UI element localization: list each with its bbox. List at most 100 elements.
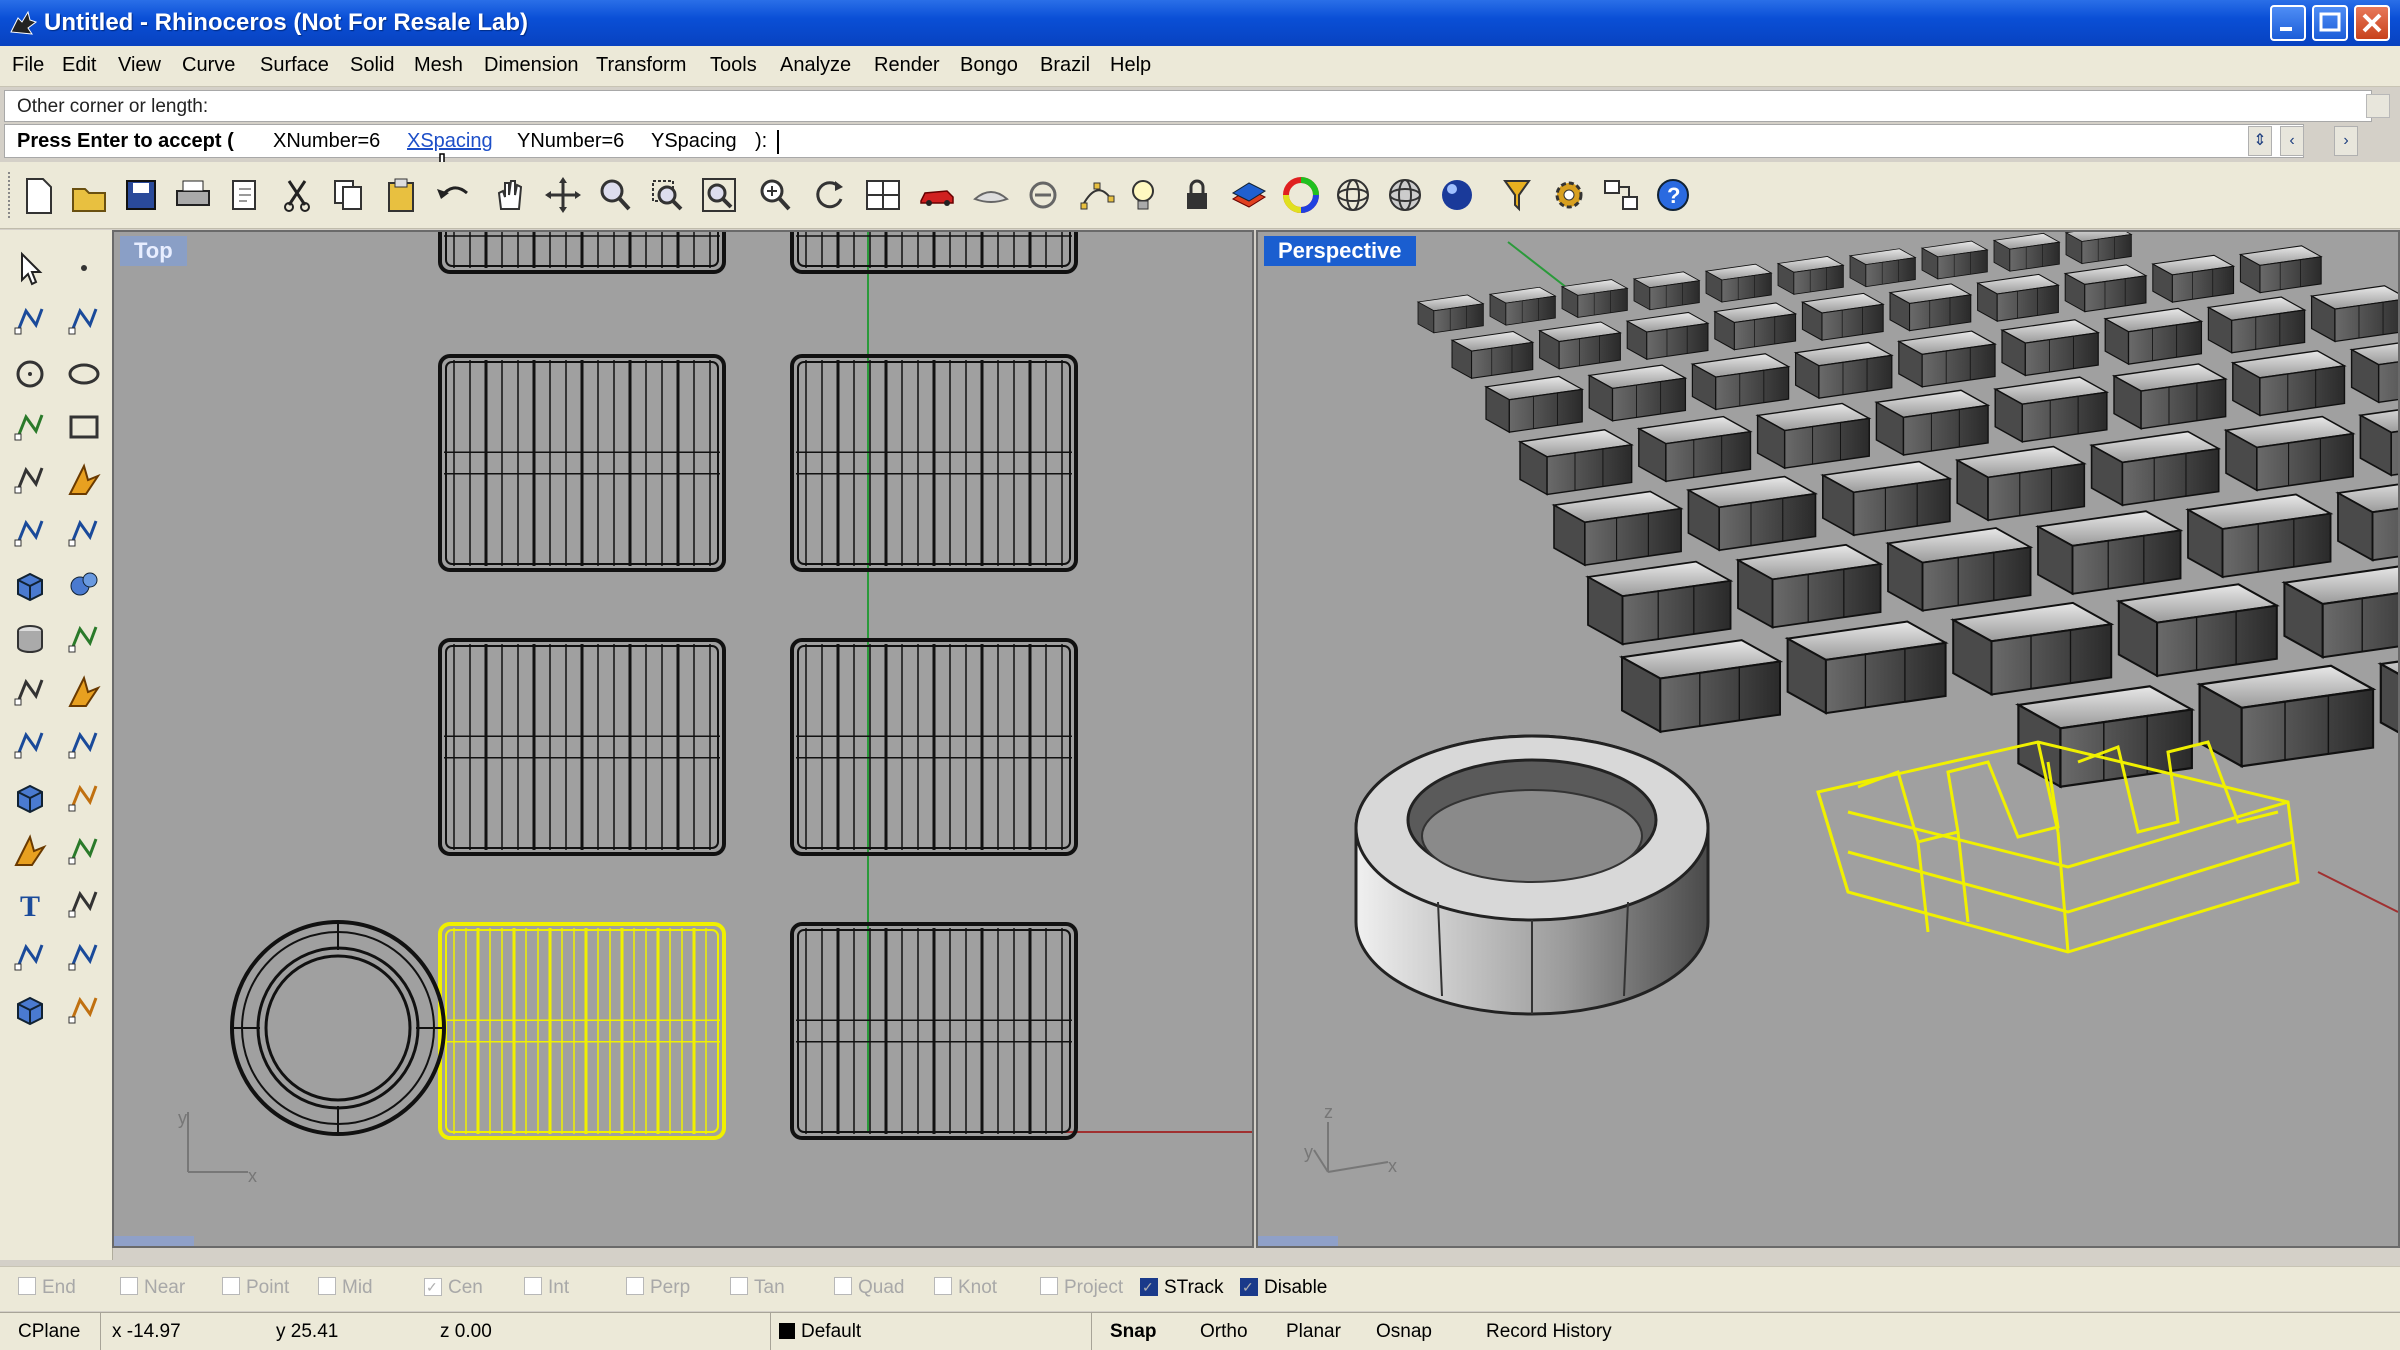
- select-filter-button[interactable]: [1494, 172, 1540, 218]
- menu-transform[interactable]: Transform: [596, 54, 686, 77]
- split-tool-button[interactable]: [60, 721, 108, 769]
- zoom-selected-button[interactable]: [752, 172, 798, 218]
- ellipse-tool-button[interactable]: [60, 350, 108, 398]
- zoom-window-button[interactable]: [644, 172, 690, 218]
- trim-tool-button[interactable]: [6, 721, 54, 769]
- transform-tool-button[interactable]: [6, 933, 54, 981]
- select-arrow-tool-button[interactable]: [6, 244, 54, 292]
- osnap-project[interactable]: Project: [1040, 1277, 1123, 1299]
- menu-surface[interactable]: Surface: [260, 54, 329, 77]
- pan-button[interactable]: [486, 172, 532, 218]
- osnap-point[interactable]: Point: [222, 1277, 289, 1299]
- minimize-button[interactable]: [2270, 5, 2306, 41]
- option-ynumber[interactable]: YNumber=6: [517, 130, 624, 153]
- osnap-checkbox[interactable]: [730, 1277, 748, 1295]
- copy-button[interactable]: [326, 172, 372, 218]
- wireframe-sphere-button[interactable]: [1330, 172, 1376, 218]
- close-button[interactable]: [2354, 5, 2390, 41]
- viewport-top[interactable]: y x Top: [112, 230, 1254, 1248]
- lock-button[interactable]: [1174, 172, 1220, 218]
- menu-analyze[interactable]: Analyze: [780, 54, 851, 77]
- osnap-checkbox[interactable]: [120, 1277, 138, 1295]
- paste-properties-button[interactable]: [222, 172, 268, 218]
- status-cplane-cell[interactable]: CPlane: [0, 1313, 101, 1350]
- osnap-checkbox[interactable]: [318, 1277, 336, 1295]
- osnap-checkbox[interactable]: [524, 1277, 542, 1295]
- option-xnumber[interactable]: XNumber=6: [273, 130, 380, 153]
- status-record-history[interactable]: Record History: [1486, 1313, 1612, 1350]
- osnap-checkbox[interactable]: [1240, 1278, 1258, 1296]
- text-tool-button[interactable]: T: [6, 880, 54, 928]
- light-button[interactable]: [1120, 172, 1166, 218]
- osnap-quad[interactable]: Quad: [834, 1277, 904, 1299]
- menu-tools[interactable]: Tools: [710, 54, 757, 77]
- command-line[interactable]: Press Enter to accept ( XNumber=6 XSpaci…: [4, 124, 2304, 158]
- sphere-tool-button[interactable]: [60, 562, 108, 610]
- open-button[interactable]: [66, 172, 112, 218]
- status-ortho[interactable]: Ortho: [1200, 1313, 1248, 1350]
- array-tool-button[interactable]: [60, 774, 108, 822]
- history-scroll-button[interactable]: [2366, 94, 2390, 118]
- viewport-perspective[interactable]: z x y Perspective: [1256, 230, 2400, 1248]
- move-view-button[interactable]: [540, 172, 586, 218]
- status-layer-cell[interactable]: Default: [770, 1313, 1092, 1350]
- layer-button[interactable]: [1226, 172, 1272, 218]
- print-button[interactable]: [170, 172, 216, 218]
- osnap-cen[interactable]: Cen: [424, 1277, 483, 1299]
- polygon-tool-button[interactable]: [6, 456, 54, 504]
- osnap-checkbox[interactable]: [1140, 1278, 1158, 1296]
- right-viewport-tab[interactable]: [1258, 1236, 1338, 1246]
- viewport-label-top[interactable]: Top: [120, 236, 187, 266]
- osnap-knot[interactable]: Knot: [934, 1277, 997, 1299]
- osnap-checkbox[interactable]: [626, 1277, 644, 1295]
- menu-help[interactable]: Help: [1110, 54, 1151, 77]
- menu-view[interactable]: View: [118, 54, 161, 77]
- osnap-checkbox[interactable]: [222, 1277, 240, 1295]
- osnap-strack[interactable]: STrack: [1140, 1277, 1223, 1299]
- paste-button[interactable]: [378, 172, 424, 218]
- save-button[interactable]: [118, 172, 164, 218]
- four-viewports-button[interactable]: [860, 172, 906, 218]
- osnap-checkbox[interactable]: [934, 1277, 952, 1295]
- command-prev-button[interactable]: ‹: [2280, 126, 2304, 156]
- fillet-tool-button[interactable]: [6, 827, 54, 875]
- status-planar[interactable]: Planar: [1286, 1313, 1341, 1350]
- new-file-button[interactable]: [14, 172, 60, 218]
- perspective-viewport-canvas[interactable]: z x y: [1258, 232, 2398, 1246]
- car-button[interactable]: [914, 172, 960, 218]
- circle-tool-button[interactable]: [6, 350, 54, 398]
- help-button[interactable]: ?: [1650, 172, 1696, 218]
- menu-mesh[interactable]: Mesh: [414, 54, 463, 77]
- menu-dimension[interactable]: Dimension: [484, 54, 578, 77]
- options-gear-button[interactable]: [1546, 172, 1592, 218]
- solid-tools-tool-button[interactable]: [6, 986, 54, 1034]
- osnap-tan[interactable]: Tan: [730, 1277, 785, 1299]
- osnap-near[interactable]: Near: [120, 1277, 185, 1299]
- boolean-tool-button[interactable]: [6, 668, 54, 716]
- menu-solid[interactable]: Solid: [350, 54, 394, 77]
- explode-tool-button[interactable]: [60, 668, 108, 716]
- point-tool-button[interactable]: [60, 244, 108, 292]
- shaded-sphere-button[interactable]: [1382, 172, 1428, 218]
- dimension-tool-button[interactable]: [60, 933, 108, 981]
- point-edit-button[interactable]: [1074, 172, 1120, 218]
- osnap-perp[interactable]: Perp: [626, 1277, 690, 1299]
- snap-options-button[interactable]: [1598, 172, 1644, 218]
- menu-render[interactable]: Render: [874, 54, 940, 77]
- undo-button[interactable]: [430, 172, 476, 218]
- hide-button[interactable]: [968, 172, 1014, 218]
- rectangle-tool-button[interactable]: [60, 403, 108, 451]
- status-snap[interactable]: Snap: [1110, 1313, 1156, 1350]
- status-osnap[interactable]: Osnap: [1376, 1313, 1432, 1350]
- osnap-int[interactable]: Int: [524, 1277, 569, 1299]
- menu-curve[interactable]: Curve: [182, 54, 235, 77]
- mesh-tool-button[interactable]: [6, 774, 54, 822]
- osnap-checkbox[interactable]: [1040, 1277, 1058, 1295]
- control-points-tool-button[interactable]: [60, 297, 108, 345]
- zoom-extents-button[interactable]: [696, 172, 742, 218]
- menu-file[interactable]: File: [12, 54, 44, 77]
- osnap-checkbox[interactable]: [18, 1277, 36, 1295]
- maximize-button[interactable]: [2312, 5, 2348, 41]
- scale-tool-button[interactable]: [60, 880, 108, 928]
- zoom-button[interactable]: [592, 172, 638, 218]
